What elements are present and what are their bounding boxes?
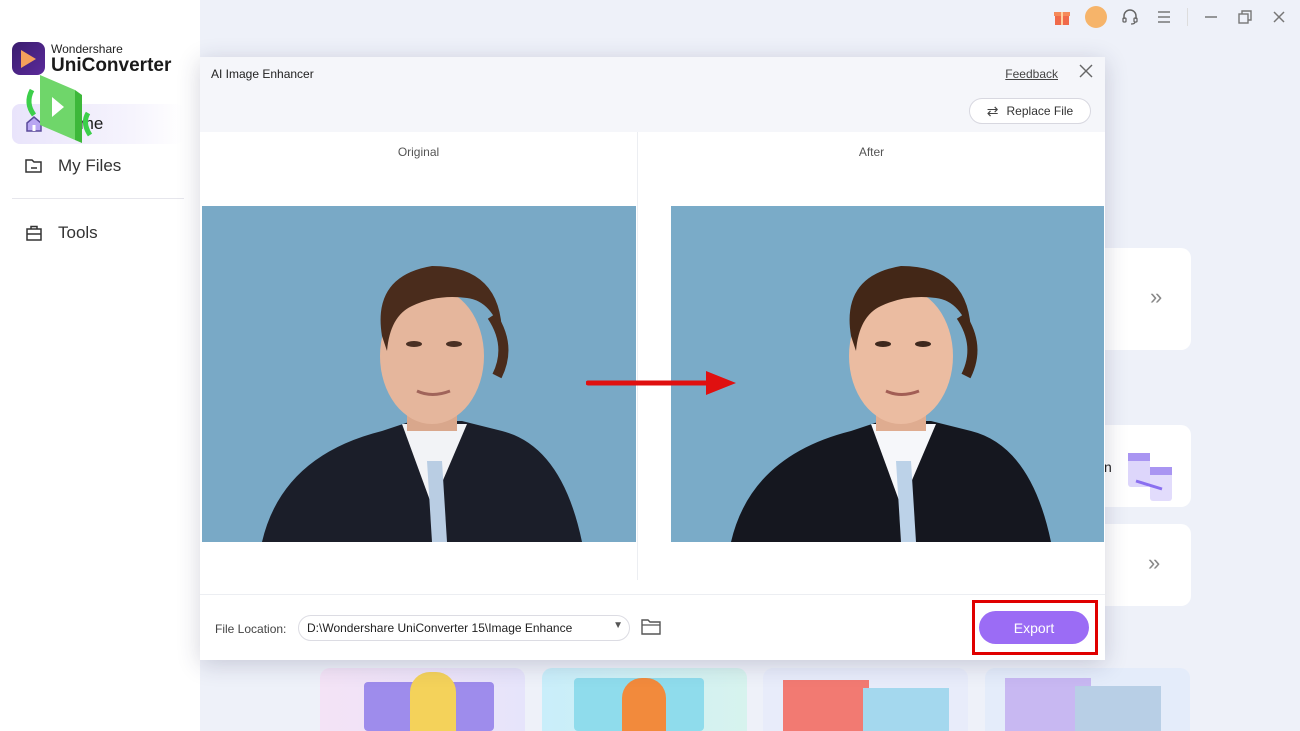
folder-icon bbox=[24, 157, 44, 175]
dialog-close-button[interactable] bbox=[1079, 62, 1093, 83]
sidebar-divider bbox=[12, 198, 184, 199]
thumbnail-card[interactable] bbox=[985, 668, 1190, 731]
open-folder-button[interactable] bbox=[641, 618, 661, 636]
chevron-down-icon: ▼ bbox=[613, 620, 623, 631]
double-chevron-right-icon: » bbox=[1148, 550, 1161, 575]
titlebar-separator bbox=[1187, 8, 1188, 26]
dialog-title: AI Image Enhancer bbox=[211, 67, 314, 81]
thumbnail-card[interactable] bbox=[320, 668, 525, 731]
feature-card[interactable]: n bbox=[1090, 425, 1191, 507]
menu-icon[interactable] bbox=[1153, 6, 1175, 28]
video-feature-icon bbox=[26, 75, 93, 143]
toolbox-icon bbox=[24, 224, 44, 242]
thumbnail-card[interactable] bbox=[542, 668, 747, 731]
dialog-header: AI Image Enhancer Feedback ⇄ Replace Fil… bbox=[200, 57, 1105, 132]
feature-card[interactable]: » bbox=[1090, 248, 1191, 350]
footer-divider bbox=[200, 594, 1105, 595]
feature-card[interactable]: » bbox=[1090, 524, 1191, 606]
card-partial-text: n bbox=[1104, 459, 1112, 475]
portrait-photo bbox=[262, 266, 582, 542]
brand-name: Wondershare bbox=[51, 41, 123, 56]
pane-divider bbox=[637, 132, 638, 580]
original-image bbox=[202, 206, 636, 542]
sidebar-item-label: Tools bbox=[58, 223, 98, 242]
sidebar-item-label: My Files bbox=[58, 156, 122, 175]
avatar[interactable] bbox=[1085, 6, 1107, 28]
file-location-select[interactable]: D:\Wondershare UniConverter 15\Image Enh… bbox=[298, 615, 630, 641]
replace-file-label: Replace File bbox=[1006, 104, 1074, 118]
folder-icon bbox=[641, 619, 661, 635]
sidebar-item-tools[interactable]: Tools bbox=[12, 213, 184, 253]
file-location-label: File Location: bbox=[215, 622, 287, 636]
minimize-icon[interactable] bbox=[1200, 6, 1222, 28]
replace-file-button[interactable]: ⇄ Replace File bbox=[969, 98, 1091, 124]
restore-icon[interactable] bbox=[1234, 6, 1256, 28]
red-arrow-annotation bbox=[586, 371, 736, 395]
headset-icon[interactable] bbox=[1119, 6, 1141, 28]
original-label: Original bbox=[397, 145, 440, 159]
sidebar-item-my-files[interactable]: My Files bbox=[12, 146, 184, 186]
swap-arrows-icon: ⇄ bbox=[986, 102, 999, 119]
gift-icon[interactable] bbox=[1051, 6, 1073, 28]
ai-image-enhancer-dialog: AI Image Enhancer Feedback ⇄ Replace Fil… bbox=[200, 57, 1105, 660]
feature-thumbnails bbox=[320, 668, 1190, 731]
close-icon[interactable] bbox=[1268, 6, 1290, 28]
export-button[interactable]: Export bbox=[979, 611, 1089, 644]
double-chevron-right-icon: » bbox=[1150, 284, 1163, 309]
close-icon bbox=[1079, 64, 1093, 78]
feedback-link[interactable]: Feedback bbox=[1005, 67, 1058, 81]
file-location-value: D:\Wondershare UniConverter 15\Image Enh… bbox=[307, 621, 573, 635]
convert-feature-icon bbox=[1128, 453, 1172, 501]
after-label: After bbox=[858, 145, 885, 159]
thumbnail-card[interactable] bbox=[763, 668, 968, 731]
titlebar-controls bbox=[1051, 4, 1290, 30]
